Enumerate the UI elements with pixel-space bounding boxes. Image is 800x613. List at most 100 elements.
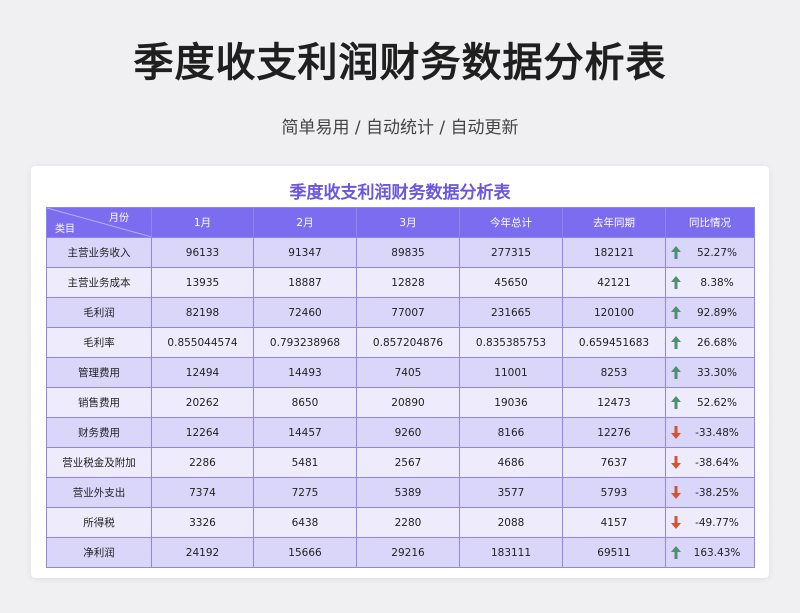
yoy-value: 52.62% — [696, 396, 738, 409]
yoy-value: 8.38% — [700, 276, 734, 289]
cell-year-total: 11001 — [459, 357, 563, 388]
arrow-down-icon — [671, 426, 681, 439]
table-row: 主营业务收入 96133 91347 89835 277315 182121 52.27% — [46, 237, 755, 268]
cell-yoy: 52.27% — [665, 237, 755, 268]
cell-last-year: 5793 — [562, 477, 666, 508]
table-title: 季度收支利润财务数据分析表 — [289, 183, 511, 203]
arrow-up-icon — [671, 276, 681, 289]
cell-feb: 8650 — [253, 387, 357, 418]
cell-jan: 12494 — [151, 357, 254, 388]
table-row: 净利润 24192 15666 29216 183111 69511 163.43% — [46, 537, 755, 568]
arrow-up-icon — [671, 336, 681, 349]
cell-mar: 7405 — [356, 357, 460, 388]
cell-feb: 14457 — [253, 417, 357, 448]
cell-year-total: 2088 — [459, 507, 563, 538]
row-label: 销售费用 — [46, 387, 152, 418]
cell-jan: 2286 — [151, 447, 254, 478]
header-row: 月份 类目 1月 2月 3月 今年总计 去年同期 同比情况 — [46, 207, 755, 238]
col-header-jan: 1月 — [151, 207, 254, 238]
cell-feb: 72460 — [253, 297, 357, 328]
yoy-value: 163.43% — [693, 546, 741, 559]
cell-jan: 24192 — [151, 537, 254, 568]
cell-feb: 91347 — [253, 237, 357, 268]
table-card: 季度收支利润财务数据分析表 月份 类目 1月 2月 3月 今年总计 去年同期 同 — [31, 166, 769, 578]
cell-feb: 18887 — [253, 267, 357, 298]
row-label: 净利润 — [46, 537, 152, 568]
row-label: 主营业务收入 — [46, 237, 152, 268]
cell-jan: 13935 — [151, 267, 254, 298]
cell-last-year: 0.659451683 — [562, 327, 666, 358]
col-header-last-year: 去年同期 — [562, 207, 666, 238]
cell-year-total: 19036 — [459, 387, 563, 418]
cell-jan: 20262 — [151, 387, 254, 418]
table-row: 毛利润 82198 72460 77007 231665 120100 92.89% — [46, 297, 755, 328]
cell-year-total: 0.835385753 — [459, 327, 563, 358]
cell-mar: 5389 — [356, 477, 460, 508]
cell-jan: 96133 — [151, 237, 254, 268]
cell-jan: 0.855044574 — [151, 327, 254, 358]
cell-year-total: 4686 — [459, 447, 563, 478]
cell-mar: 29216 — [356, 537, 460, 568]
col-header-yoy: 同比情况 — [665, 207, 755, 238]
cell-year-total: 45650 — [459, 267, 563, 298]
finance-table: 月份 类目 1月 2月 3月 今年总计 去年同期 同比情况 主营业务收入 9613… — [46, 207, 755, 568]
row-label: 营业税金及附加 — [46, 447, 152, 478]
yoy-value: 92.89% — [696, 306, 738, 319]
cell-yoy: -38.25% — [665, 477, 755, 508]
table-row: 营业税金及附加 2286 5481 2567 4686 7637 -38.64% — [46, 447, 755, 478]
cell-mar: 77007 — [356, 297, 460, 328]
cell-yoy: 8.38% — [665, 267, 755, 298]
arrow-down-icon — [671, 486, 681, 499]
cell-jan: 82198 — [151, 297, 254, 328]
arrow-up-icon — [671, 246, 681, 259]
cell-jan: 12264 — [151, 417, 254, 448]
cell-last-year: 12276 — [562, 417, 666, 448]
cell-mar: 89835 — [356, 237, 460, 268]
cell-yoy: 26.68% — [665, 327, 755, 358]
table-row: 营业外支出 7374 7275 5389 3577 5793 -38.25% — [46, 477, 755, 508]
table-row: 销售费用 20262 8650 20890 19036 12473 52.62% — [46, 387, 755, 418]
cell-last-year: 4157 — [562, 507, 666, 538]
arrow-up-icon — [671, 546, 681, 559]
cell-year-total: 8166 — [459, 417, 563, 448]
table-row: 财务费用 12264 14457 9260 8166 12276 -33.48% — [46, 417, 755, 448]
cell-yoy: 92.89% — [665, 297, 755, 328]
yoy-value: -33.48% — [695, 426, 739, 439]
col-header-mar: 3月 — [356, 207, 460, 238]
cell-year-total: 277315 — [459, 237, 563, 268]
corner-category-label: 类目 — [55, 224, 75, 235]
cell-last-year: 182121 — [562, 237, 666, 268]
cell-last-year: 42121 — [562, 267, 666, 298]
row-label: 所得税 — [46, 507, 152, 538]
row-label: 主营业务成本 — [46, 267, 152, 298]
yoy-value: 33.30% — [696, 366, 738, 379]
arrow-up-icon — [671, 306, 681, 319]
cell-yoy: 33.30% — [665, 357, 755, 388]
arrow-up-icon — [671, 396, 681, 409]
row-label: 管理费用 — [46, 357, 152, 388]
cell-mar: 9260 — [356, 417, 460, 448]
cell-yoy: -33.48% — [665, 417, 755, 448]
cell-jan: 7374 — [151, 477, 254, 508]
cell-feb: 7275 — [253, 477, 357, 508]
cell-last-year: 120100 — [562, 297, 666, 328]
table-row: 所得税 3326 6438 2280 2088 4157 -49.77% — [46, 507, 755, 538]
arrow-down-icon — [671, 516, 681, 529]
table-row: 主营业务成本 13935 18887 12828 45650 42121 8.38% — [46, 267, 755, 298]
arrow-down-icon — [671, 456, 681, 469]
col-header-feb: 2月 — [253, 207, 357, 238]
cell-mar: 2280 — [356, 507, 460, 538]
page-subtitle: 简单易用 / 自动统计 / 自动更新 — [281, 118, 519, 138]
cell-feb: 14493 — [253, 357, 357, 388]
cell-mar: 20890 — [356, 387, 460, 418]
cell-last-year: 7637 — [562, 447, 666, 478]
yoy-value: -38.25% — [695, 486, 739, 499]
table-row: 管理费用 12494 14493 7405 11001 8253 33.30% — [46, 357, 755, 388]
yoy-value: 26.68% — [696, 336, 738, 349]
cell-yoy: -38.64% — [665, 447, 755, 478]
page-title: 季度收支利润财务数据分析表 — [133, 40, 667, 86]
cell-year-total: 3577 — [459, 477, 563, 508]
row-label: 毛利润 — [46, 297, 152, 328]
row-label: 营业外支出 — [46, 477, 152, 508]
col-header-year-total: 今年总计 — [459, 207, 563, 238]
